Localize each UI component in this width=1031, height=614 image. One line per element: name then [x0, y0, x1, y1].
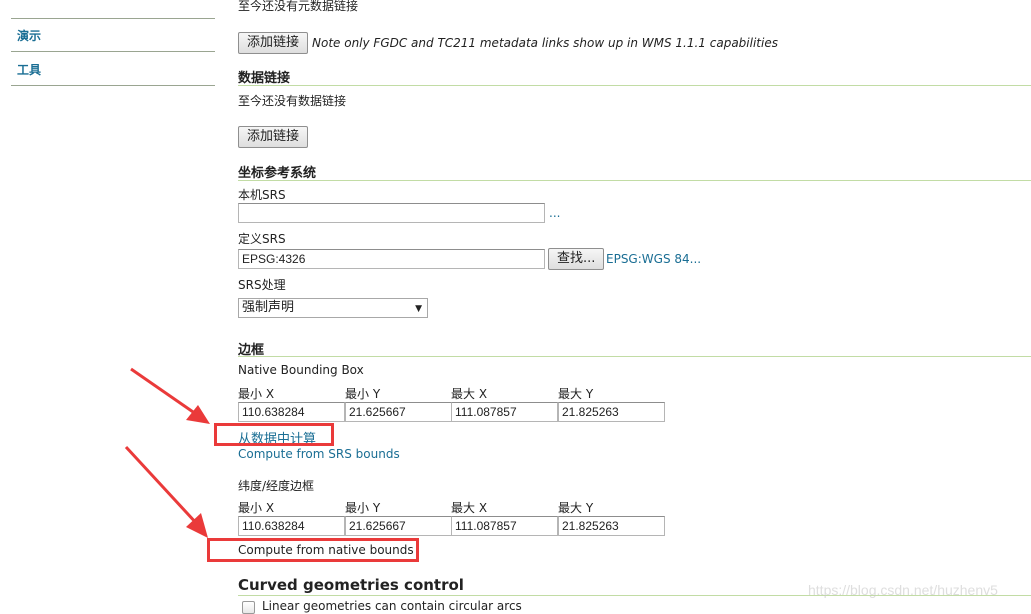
chevron-down-icon: ▼: [415, 304, 422, 314]
native-maxx-input[interactable]: [451, 402, 558, 422]
native-minx-label: 最小 X: [238, 387, 275, 401]
find-srs-button[interactable]: 查找...: [548, 248, 605, 270]
latlon-miny-label: 最小 Y: [345, 501, 381, 515]
circular-arcs-checkbox[interactable]: [242, 601, 255, 614]
compute-from-native-bounds-link[interactable]: Compute from native bounds: [238, 543, 414, 557]
declared-srs-link[interactable]: EPSG:WGS 84...: [606, 252, 701, 266]
latlon-bbox-label: 纬度/经度边框: [238, 479, 315, 493]
latlon-minx-label: 最小 X: [238, 501, 275, 515]
native-miny-label: 最小 Y: [345, 387, 381, 401]
declared-srs-input[interactable]: [238, 249, 545, 269]
watermark: https://blog.csdn.net/huzhenv5: [808, 582, 998, 598]
compute-from-data-link[interactable]: 从数据中计算: [238, 428, 316, 447]
data-links-empty-text: 至今还没有数据链接: [238, 94, 347, 108]
srs-handling-select[interactable]: 强制声明 ▼: [238, 298, 428, 318]
latlon-maxy-label: 最大 Y: [558, 501, 594, 515]
compute-from-srs-bounds-link[interactable]: Compute from SRS bounds: [238, 447, 400, 461]
srs-handling-value: 强制声明: [242, 300, 295, 315]
add-data-link-button[interactable]: 添加链接: [238, 126, 309, 148]
sidebar-item-label: 演示: [17, 29, 42, 43]
curved-geometries-title: Curved geometries control: [238, 576, 464, 594]
data-links-title: 数据链接: [238, 71, 291, 86]
srs-handling-label: SRS处理: [238, 278, 286, 292]
native-srs-label: 本机SRS: [238, 188, 286, 202]
sidebar-item-label: 工具: [17, 63, 42, 77]
sidebar-item-tools[interactable]: 工具: [11, 52, 215, 86]
metadata-links-empty-text: 至今还没有元数据链接: [238, 0, 359, 13]
annotation-arrow-icon: [130, 367, 210, 424]
section-divider: [238, 356, 1031, 357]
native-maxy-input[interactable]: [558, 402, 665, 422]
native-srs-input[interactable]: [238, 203, 545, 223]
add-metadata-link-button[interactable]: 添加链接: [238, 32, 309, 54]
sidebar: Services 演示 工具: [11, 0, 215, 86]
metadata-links-note: Note only FGDC and TC211 metadata links …: [312, 36, 778, 50]
latlon-maxx-label: 最大 X: [451, 501, 488, 515]
native-miny-input[interactable]: [345, 402, 452, 422]
section-divider: [238, 85, 1031, 86]
annotation-arrow-icon: [124, 445, 208, 538]
circular-arcs-label: Linear geometries can contain circular a…: [262, 599, 522, 613]
native-maxx-label: 最大 X: [451, 387, 488, 401]
section-divider: [238, 180, 1031, 181]
declared-srs-label: 定义SRS: [238, 232, 286, 246]
latlon-maxx-input[interactable]: [451, 516, 558, 536]
native-bbox-label: Native Bounding Box: [238, 363, 364, 377]
latlon-minx-input[interactable]: [238, 516, 345, 536]
sidebar-item-services[interactable]: Services: [11, 0, 215, 19]
crs-title: 坐标参考系统: [238, 166, 317, 181]
latlon-maxy-input[interactable]: [558, 516, 665, 536]
sidebar-item-demos[interactable]: 演示: [11, 18, 215, 52]
native-srs-more-link[interactable]: ...: [549, 206, 560, 220]
latlon-miny-input[interactable]: [345, 516, 452, 536]
native-minx-input[interactable]: [238, 402, 345, 422]
native-maxy-label: 最大 Y: [558, 387, 594, 401]
